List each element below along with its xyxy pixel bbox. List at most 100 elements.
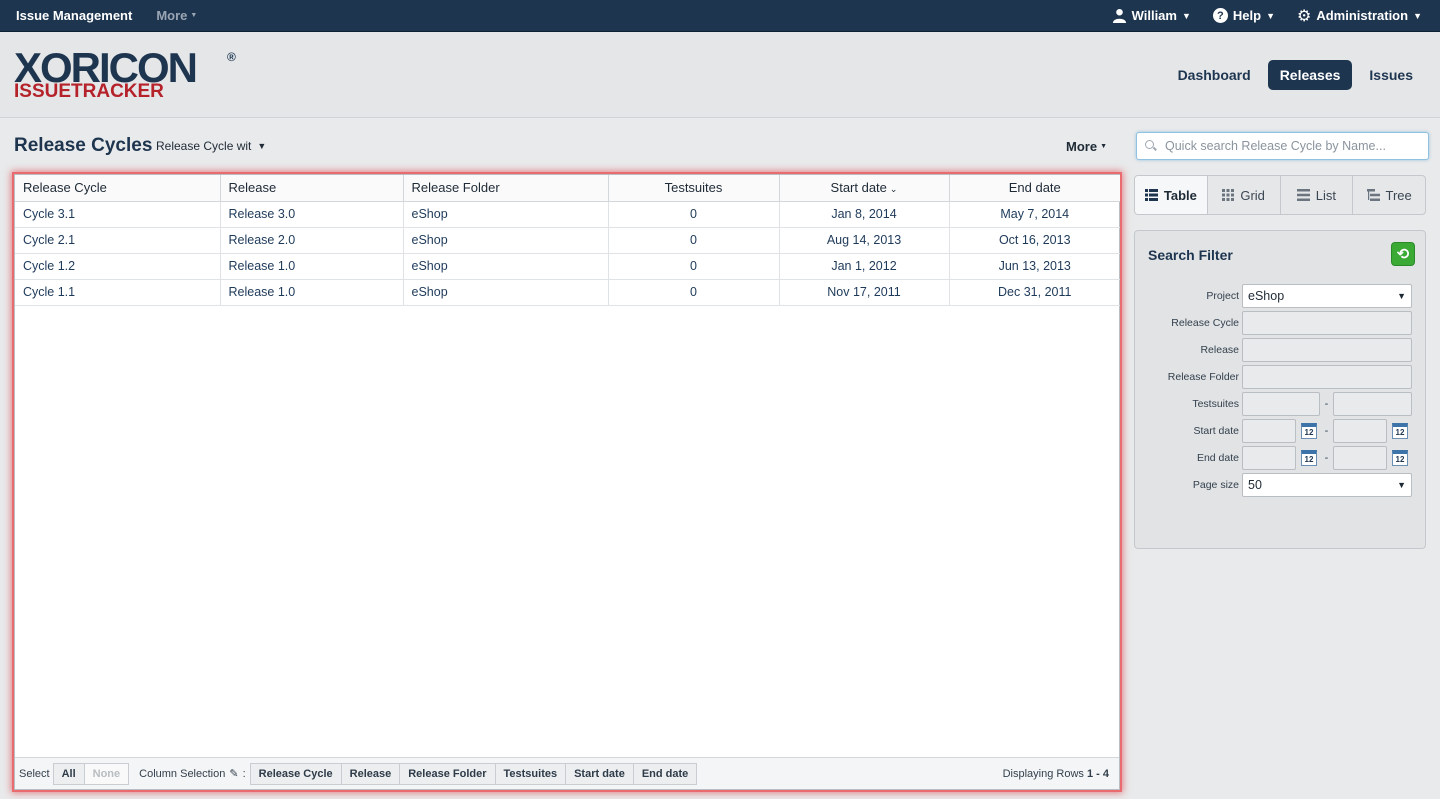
column-toggle-release-folder[interactable]: Release Folder (399, 762, 496, 785)
cell-release-folder[interactable]: eShop (403, 227, 609, 254)
nav-issues[interactable]: Issues (1360, 60, 1422, 90)
search-filter-panel: Search Filter ⟲ Project eShop ▼ Release … (1134, 230, 1426, 549)
col-header-end-date[interactable]: End date (949, 175, 1120, 202)
user-menu[interactable]: William ▼ (1112, 8, 1191, 23)
nav-releases[interactable]: Releases (1267, 60, 1353, 90)
filter-start-date-from-input[interactable] (1242, 419, 1296, 443)
col-header-testsuites[interactable]: Testsuites (608, 175, 780, 202)
filter-start-date-to-input[interactable] (1333, 419, 1387, 443)
app-title[interactable]: Issue Management (16, 8, 132, 23)
pencil-icon[interactable]: ✎ (229, 767, 238, 780)
filter-end-date-from-input[interactable] (1242, 446, 1296, 470)
cell-release-cycle[interactable]: Cycle 1.2 (15, 253, 221, 280)
table-footer: Select All None Column Selection ✎ : Rel… (15, 757, 1119, 789)
cell-release[interactable]: Release 3.0 (220, 201, 404, 228)
view-tab-grid[interactable]: Grid (1208, 176, 1281, 214)
topbar-more-label: More (156, 8, 188, 23)
gear-icon: ⚙ (1297, 7, 1312, 25)
nav-dashboard[interactable]: Dashboard (1169, 60, 1260, 90)
page-title: Release Cycles (14, 135, 153, 156)
filter-release-folder-input[interactable] (1242, 365, 1412, 389)
view-tab-list[interactable]: List (1281, 176, 1354, 214)
filter-row-release: Release (1135, 338, 1427, 362)
main-nav: Dashboard Releases Issues (1169, 60, 1422, 90)
calendar-icon[interactable]: 12 (1389, 420, 1411, 442)
filter-release-label: Release (1200, 344, 1239, 356)
cell-release[interactable]: Release 1.0 (220, 279, 404, 306)
cell-release-folder[interactable]: eShop (403, 279, 609, 306)
view-tab-tree[interactable]: Tree (1353, 176, 1425, 214)
select-all-button[interactable]: All (52, 762, 85, 785)
more-button[interactable]: More ▼ (1066, 139, 1107, 154)
logo-registered: ® (227, 50, 236, 64)
column-toggle-release-cycle[interactable]: Release Cycle (249, 762, 342, 785)
logo-subtitle: ISSUETRACKER (14, 81, 164, 102)
filter-project-select[interactable]: eShop ▼ (1242, 284, 1412, 308)
filter-row-release-folder: Release Folder (1135, 365, 1427, 389)
cell-testsuites[interactable]: 0 (608, 279, 780, 306)
filter-page-size-select[interactable]: 50 ▼ (1242, 473, 1412, 497)
cell-start-date[interactable]: Aug 14, 2013 (779, 227, 950, 254)
column-toggle-end-date[interactable]: End date (632, 762, 698, 785)
cell-release-folder[interactable]: eShop (403, 253, 609, 280)
calendar-icon[interactable]: 12 (1298, 447, 1320, 469)
cell-start-date[interactable]: Jan 8, 2014 (779, 201, 950, 228)
cell-release[interactable]: Release 1.0 (220, 253, 404, 280)
cell-end-date[interactable]: Dec 31, 2011 (949, 279, 1120, 306)
cell-release[interactable]: Release 2.0 (220, 227, 404, 254)
table-row[interactable]: Cycle 1.2 Release 1.0 eShop 0 Jan 1, 201… (15, 253, 1120, 280)
help-label: Help (1232, 8, 1262, 23)
column-toggle-release[interactable]: Release (340, 762, 401, 785)
col-header-start-date[interactable]: Start date ⌄ (779, 175, 950, 202)
topbar-more-menu[interactable]: More ▼ (156, 8, 197, 23)
column-toggle-start-date[interactable]: Start date (565, 762, 634, 785)
cell-end-date[interactable]: Jun 13, 2013 (949, 253, 1120, 280)
cell-release-cycle[interactable]: Cycle 3.1 (15, 201, 221, 228)
filter-testsuites-label: Testsuites (1192, 398, 1239, 410)
refresh-icon[interactable]: ⟲ (1391, 242, 1415, 266)
cell-testsuites[interactable]: 0 (608, 227, 780, 254)
select-none-button[interactable]: None (83, 762, 130, 785)
quick-search[interactable] (1136, 132, 1429, 160)
view-tab-table[interactable]: Table (1135, 176, 1208, 214)
search-filter-title: Search Filter (1148, 247, 1233, 263)
filter-testsuites-min-input[interactable] (1242, 392, 1320, 416)
help-icon: ? (1212, 8, 1228, 23)
filter-testsuites-max-input[interactable] (1333, 392, 1412, 416)
range-dash: - (1324, 452, 1329, 464)
help-menu[interactable]: ? Help ▼ (1212, 8, 1275, 23)
cell-end-date[interactable]: Oct 16, 2013 (949, 227, 1120, 254)
cell-release-cycle[interactable]: Cycle 2.1 (15, 227, 221, 254)
filter-start-date-label: Start date (1193, 425, 1239, 437)
view-tab-grid-label: Grid (1240, 187, 1265, 203)
view-select[interactable]: Release Cycle wit ▼ (156, 139, 266, 153)
cell-testsuites[interactable]: 0 (608, 253, 780, 280)
calendar-icon[interactable]: 12 (1298, 420, 1320, 442)
cell-testsuites[interactable]: 0 (608, 201, 780, 228)
filter-end-date-to-input[interactable] (1333, 446, 1387, 470)
sort-descending-icon: ⌄ (889, 184, 898, 195)
filter-release-cycle-input[interactable] (1242, 311, 1412, 335)
cell-release-cycle[interactable]: Cycle 1.1 (15, 279, 221, 306)
filter-project-label: Project (1206, 290, 1239, 302)
filter-release-input[interactable] (1242, 338, 1412, 362)
calendar-icon[interactable]: 12 (1389, 447, 1411, 469)
col-header-release-cycle[interactable]: Release Cycle (15, 175, 221, 202)
cell-start-date[interactable]: Jan 1, 2012 (779, 253, 950, 280)
user-name: William (1131, 8, 1177, 23)
admin-menu[interactable]: ⚙ Administration ▼ (1297, 6, 1422, 26)
tree-icon (1366, 189, 1380, 201)
filter-row-testsuites: Testsuites - (1135, 392, 1427, 416)
displaying-rows-label: Displaying Rows (1002, 767, 1084, 780)
col-header-release-folder[interactable]: Release Folder (403, 175, 609, 202)
column-selection-colon: : (242, 767, 246, 780)
table-row[interactable]: Cycle 2.1 Release 2.0 eShop 0 Aug 14, 20… (15, 227, 1120, 254)
quick-search-input[interactable] (1165, 139, 1415, 153)
cell-start-date[interactable]: Nov 17, 2011 (779, 279, 950, 306)
cell-release-folder[interactable]: eShop (403, 201, 609, 228)
col-header-release[interactable]: Release (220, 175, 404, 202)
cell-end-date[interactable]: May 7, 2014 (949, 201, 1120, 228)
table-row[interactable]: Cycle 3.1 Release 3.0 eShop 0 Jan 8, 201… (15, 201, 1120, 228)
column-toggle-testsuites[interactable]: Testsuites (494, 762, 567, 785)
table-row[interactable]: Cycle 1.1 Release 1.0 eShop 0 Nov 17, 20… (15, 279, 1120, 306)
